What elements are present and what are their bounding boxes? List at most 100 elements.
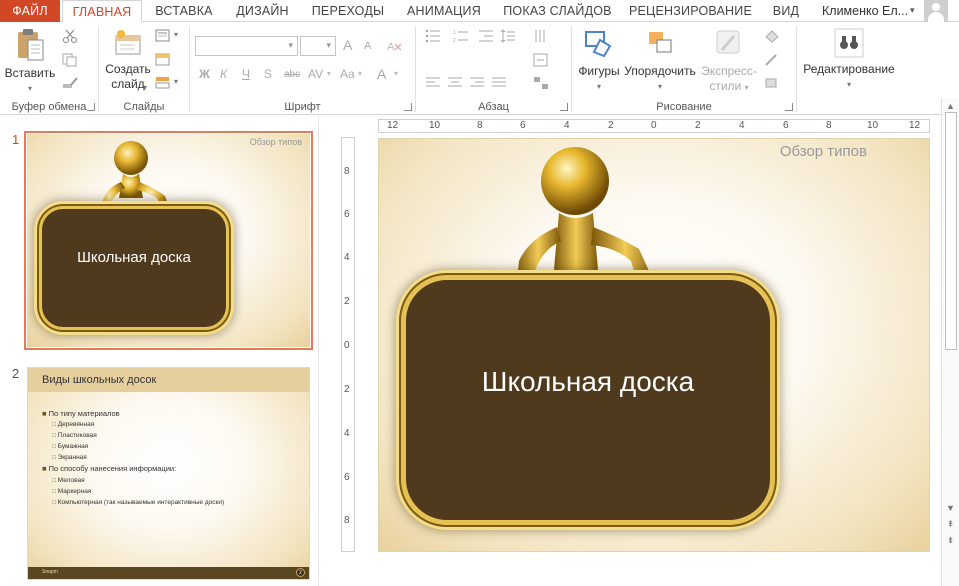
chevron-down-icon[interactable]: ▾ — [910, 5, 915, 16]
slide-corner-text: Обзор типов — [249, 137, 302, 147]
shrink-font-button[interactable]: A — [364, 40, 371, 52]
thumbnail-number: 1 — [12, 132, 20, 147]
strikethrough-button[interactable]: abc — [284, 69, 300, 80]
tab-file[interactable]: ФАЙЛ — [0, 0, 60, 22]
shape-outline-icon[interactable] — [764, 53, 780, 67]
slide-corner-text[interactable]: Обзор типов — [780, 143, 867, 160]
layout-icon[interactable] — [155, 29, 171, 43]
new-slide-label: Создать — [105, 62, 151, 76]
quick-styles-button[interactable]: Экспресс- стили ▾ — [696, 28, 762, 95]
chevron-down-icon[interactable]: ▾ — [358, 69, 362, 78]
justify-icon[interactable] — [491, 76, 507, 90]
list-item: □ Деревянная — [52, 421, 95, 428]
shape-effects-icon[interactable] — [764, 76, 780, 90]
align-text-icon[interactable] — [533, 53, 549, 67]
slide-footer-text: Snapm — [42, 569, 58, 575]
new-slide-icon — [115, 30, 141, 55]
chalkboard-graphic[interactable]: Школьная доска — [401, 275, 775, 525]
pane-divider[interactable] — [318, 116, 332, 586]
line-spacing-icon[interactable] — [500, 29, 516, 43]
font-color-button[interactable]: A — [377, 66, 386, 82]
new-slide-dropdown-icon[interactable]: ▾ — [143, 83, 147, 92]
text-direction-icon[interactable] — [533, 29, 549, 43]
next-slide-icon[interactable]: ⇟ — [944, 534, 957, 546]
tab-home[interactable]: ГЛАВНАЯ — [62, 0, 142, 23]
chevron-down-icon[interactable]: ▾ — [394, 69, 398, 78]
text-shadow-button[interactable]: S — [264, 67, 272, 81]
tab-animation[interactable]: АНИМАЦИЯ — [395, 0, 493, 22]
chevron-down-icon[interactable]: ▾ — [174, 77, 178, 86]
chevron-down-icon[interactable]: ▾ — [174, 30, 178, 39]
drawing-launcher-icon[interactable] — [785, 103, 793, 111]
clipboard-group-label: Буфер обмена — [11, 101, 87, 113]
section-icon[interactable] — [155, 76, 171, 90]
decrease-indent-icon[interactable] — [478, 29, 494, 43]
char-spacing-button[interactable]: AV — [308, 67, 323, 81]
cut-icon[interactable] — [62, 29, 78, 43]
align-right-icon[interactable] — [469, 76, 485, 90]
list-item: □ Меловая — [52, 477, 85, 484]
slide-thumbnail-1[interactable]: Обзор типов Школьная доска — [27, 134, 310, 347]
ruler-tick-label: 6 — [344, 472, 350, 483]
arrange-button[interactable]: Упорядочить ▾ — [624, 28, 696, 94]
paste-icon — [18, 29, 44, 61]
clipboard-launcher-icon[interactable] — [87, 103, 95, 111]
drawing-group-label: Рисование — [656, 101, 712, 113]
ruler-tick-label: 8 — [477, 120, 483, 131]
slide-title[interactable]: Школьная доска — [406, 366, 770, 398]
avatar[interactable] — [924, 0, 948, 22]
bullets-icon[interactable] — [425, 29, 441, 43]
chevron-down-icon[interactable]: ▾ — [327, 69, 331, 78]
paste-button[interactable]: Вставить ▾ — [4, 28, 56, 96]
align-center-icon[interactable] — [447, 76, 463, 90]
vertical-scrollbar[interactable]: ▲ ▼ ⇞ ⇟ — [941, 98, 959, 586]
main-slide[interactable]: Обзор типов Школьная доска — [378, 138, 930, 552]
font-launcher-icon[interactable] — [404, 103, 412, 111]
scroll-down-icon[interactable]: ▼ — [944, 502, 957, 514]
bold-button[interactable]: Ж — [199, 67, 210, 81]
user-name[interactable]: Клименко Ел... — [822, 0, 908, 22]
ruler-tick-label: 2 — [695, 120, 701, 131]
vertical-ruler[interactable]: 8 6 4 2 0 2 4 6 8 — [341, 137, 355, 552]
reset-slide-icon[interactable] — [155, 53, 171, 67]
italic-button[interactable]: К — [220, 67, 227, 81]
paragraph-launcher-icon[interactable] — [560, 103, 568, 111]
tab-transitions[interactable]: ПЕРЕХОДЫ — [303, 0, 393, 22]
svg-text:1: 1 — [453, 30, 456, 36]
font-family-combo[interactable]: ▾ — [195, 36, 298, 56]
svg-text:2: 2 — [453, 38, 456, 43]
editing-button[interactable]: Редактирование ▾ — [799, 28, 899, 92]
tab-slideshow[interactable]: ПОКАЗ СЛАЙДОВ — [495, 0, 620, 22]
slide-thumbnail-2[interactable]: Виды школьных досок ■ По типу материалов… — [27, 367, 310, 580]
shapes-button[interactable]: Фигуры ▾ — [574, 28, 624, 94]
paragraph-group-label: Абзац — [478, 101, 509, 113]
chalkboard-graphic: Школьная доска — [39, 206, 229, 330]
scroll-up-icon[interactable]: ▲ — [944, 100, 957, 112]
list-item: □ Бумажная — [52, 443, 89, 450]
tab-view[interactable]: ВИД — [761, 0, 811, 22]
clear-formatting-icon[interactable]: A — [386, 39, 402, 53]
ruler-tick-label: 4 — [344, 428, 350, 439]
ruler-tick-label: 8 — [344, 515, 350, 526]
ruler-tick-label: 2 — [344, 296, 350, 307]
tab-insert[interactable]: ВСТАВКА — [145, 0, 223, 22]
slides-group-label: Слайды — [123, 101, 165, 113]
shape-fill-icon[interactable] — [764, 29, 780, 43]
paragraph-group: 12 Абзац — [416, 22, 571, 115]
smartart-icon[interactable] — [533, 76, 549, 90]
numbering-icon[interactable]: 12 — [453, 29, 469, 43]
ruler-tick-label: 8 — [344, 166, 350, 177]
copy-icon[interactable] — [62, 53, 78, 67]
underline-button[interactable]: Ч — [242, 67, 250, 81]
change-case-button[interactable]: Aa — [340, 67, 355, 81]
tab-review[interactable]: РЕЦЕНЗИРОВАНИЕ — [623, 0, 758, 22]
scrollbar-thumb[interactable] — [945, 112, 957, 350]
align-left-icon[interactable] — [425, 76, 441, 90]
format-painter-icon[interactable] — [62, 76, 78, 90]
tab-design[interactable]: ДИЗАЙН — [225, 0, 300, 22]
grow-font-button[interactable]: A — [343, 37, 352, 53]
horizontal-ruler[interactable]: 12 10 8 6 4 2 0 2 4 6 8 10 12 — [378, 119, 930, 133]
list-item: □ Маркерная — [52, 488, 92, 495]
previous-slide-icon[interactable]: ⇞ — [944, 518, 957, 530]
font-size-combo[interactable]: ▾ — [300, 36, 336, 56]
